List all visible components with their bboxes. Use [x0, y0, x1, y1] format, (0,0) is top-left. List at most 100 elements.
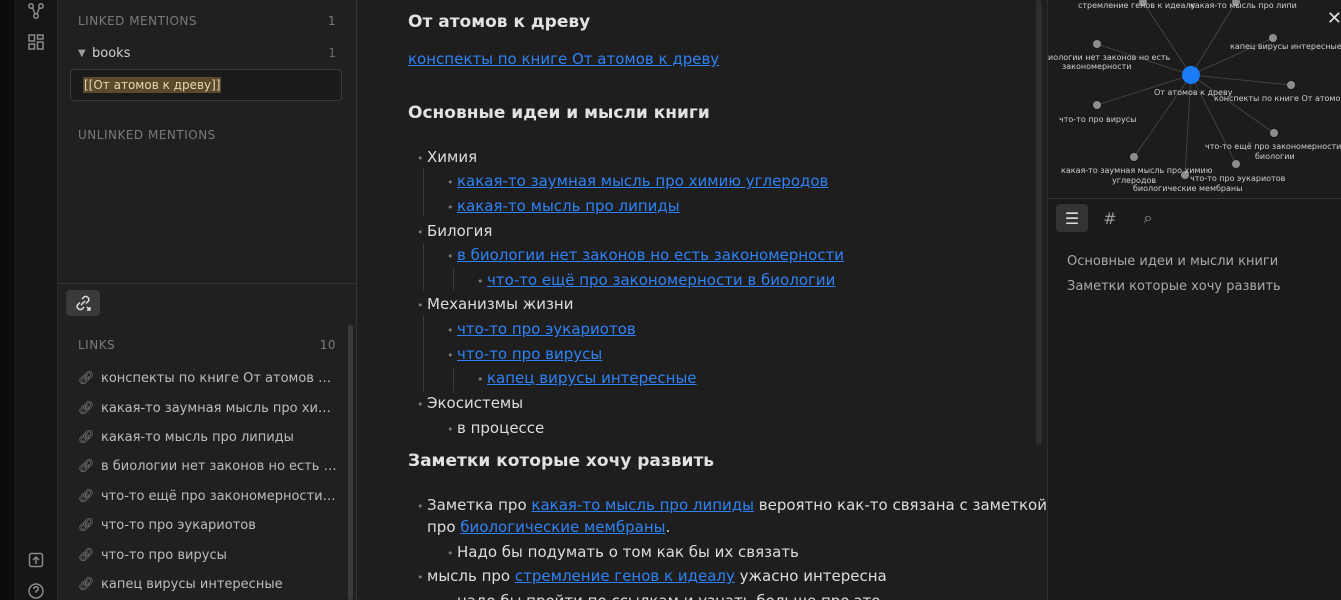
linked-mentions-header[interactable]: LINKED MENTIONS 1 [78, 14, 336, 28]
svg-text:биологии: биологии [1255, 152, 1295, 161]
window-edge [0, 0, 14, 600]
indent-guide [453, 268, 454, 290]
backlinks-pane: LINKED MENTIONS 1 ▼ books 1 [[От атомов … [58, 0, 357, 600]
link-arrow-icon [76, 295, 91, 311]
internal-link[interactable]: что-то про эукариотов [457, 320, 636, 338]
chevron-down-icon[interactable]: ▼ [78, 48, 92, 59]
heading-notes: Заметки которые хочу развить [408, 451, 715, 471]
link-icon: 🔗︎ [78, 371, 95, 387]
link-icon: 🔗︎ [78, 547, 95, 563]
ribbon [0, 0, 58, 600]
graph-view-icon[interactable] [27, 2, 45, 20]
svg-text:биологические мембраны: биологические мембраны [1133, 184, 1242, 193]
dashboard-icon[interactable] [27, 33, 45, 51]
pane-divider [58, 283, 356, 284]
svg-text:какая-то мысль про липи: какая-то мысль про липи [1190, 1, 1297, 10]
internal-link[interactable]: биологические мембраны [460, 518, 665, 536]
svg-text:что-то про вирусы: что-то про вирусы [1059, 115, 1136, 124]
bullet-item: • в биологии нет законов но есть закономе… [447, 246, 844, 264]
outline-item[interactable]: Основные идеи и мысли книги [1067, 252, 1281, 277]
svg-text:иологии нет законов но есть: иологии нет законов но есть [1048, 53, 1171, 62]
link-icon: 🔗︎ [78, 518, 95, 534]
link-item[interactable]: 🔗︎ какая-то мысль про липиды [78, 423, 338, 452]
linked-mentions-count: 1 [327, 14, 336, 28]
heading-main-ideas: Основные идеи и мысли книги [408, 103, 710, 123]
tags-tab-icon[interactable]: # [1094, 204, 1126, 232]
bullet-item: •надо бы пройти по ссылкам и узнать боль… [447, 591, 880, 600]
bullet-item: • что-то ещё про закономерности в биологи… [477, 271, 836, 289]
bullet-item: • мысль про стремление генов к идеалу ужа… [417, 567, 887, 585]
indent-guide [453, 367, 454, 391]
bullet-item: • что-то про эукариотов [447, 320, 636, 338]
unlinked-mentions-header[interactable]: UNLINKED MENTIONS [78, 128, 336, 142]
help-icon[interactable] [27, 582, 45, 600]
mention-group-books[interactable]: ▼ books 1 [78, 44, 336, 62]
bullet-item: • какая-то мысль про липиды [447, 197, 680, 215]
note-title: От атомов к древу [408, 12, 591, 32]
indent-guide [423, 168, 424, 216]
graph-canvas[interactable]: стремление генов к идеалу какая-то мысль… [1048, 0, 1341, 198]
outline-item[interactable]: Заметки которые хочу развить [1067, 277, 1281, 302]
internal-link[interactable]: в биологии нет законов но есть закономер… [457, 246, 844, 264]
links-label: LINKS [78, 338, 116, 352]
svg-text:конспекты по книге От атомов к: конспекты по книге От атомов к [1214, 94, 1341, 103]
editor-pane: От атомов к древу конспекты по книге От … [357, 0, 1046, 600]
internal-link[interactable]: какая-то мысль про липиды [531, 496, 754, 514]
bullet-item: • Механизмы жизни [417, 295, 574, 313]
outline-list: Основные идеи и мысли книги Заметки кото… [1067, 252, 1281, 302]
links-count: 10 [319, 338, 336, 352]
bullet-item: • Заметка про какая-то мысль про липиды в… [417, 496, 1046, 514]
internal-link[interactable]: стремление генов к идеалу [515, 567, 735, 585]
internal-link[interactable]: что-то ещё про закономерности в биологии [487, 271, 835, 289]
internal-link[interactable]: какая-то мысль про липиды [457, 197, 680, 215]
link-icon: 🔗︎ [78, 429, 95, 445]
link-item[interactable]: 🔗︎ какая-то заумная мысль про хим... [78, 393, 338, 422]
internal-link[interactable]: конспекты по книге От атомов к древу [408, 50, 719, 68]
mention-context[interactable]: [[От атомов к древу]] [70, 69, 342, 101]
outline-tab-icon[interactable]: ☰ [1056, 204, 1088, 232]
link-item[interactable]: 🔗︎ конспекты по книге От атомов к ... [78, 364, 338, 393]
indent-guide [423, 316, 424, 392]
links-header: LINKS 10 [78, 338, 336, 352]
bullet-item: • Билогия [417, 222, 493, 240]
vault-switch-icon[interactable] [27, 551, 45, 569]
internal-link[interactable]: что-то про вирусы [457, 345, 602, 363]
link-icon: 🔗︎ [78, 576, 95, 592]
mention-group-name: books [92, 45, 131, 61]
top-link-line: конспекты по книге От атомов к древу [408, 49, 719, 69]
svg-text:стремление генов к идеалу: стремление генов к идеалу [1078, 1, 1196, 10]
local-graph[interactable]: стремление генов к идеалу какая-то мысль… [1048, 0, 1341, 199]
svg-text:закономерности: закономерности [1062, 62, 1131, 71]
link-item[interactable]: 🔗︎ капец вирусы интересные [78, 570, 338, 599]
mention-highlight: [[От атомов к древу]] [83, 77, 222, 93]
close-icon[interactable]: ✕ [1327, 8, 1341, 29]
link-item[interactable]: 🔗︎ что-то про вирусы [78, 540, 338, 569]
link-item[interactable]: 🔗︎ что-то про эукариотов [78, 511, 338, 540]
link-icon: 🔗︎ [78, 459, 95, 475]
sidebar-tabs: ☰ # ⌕ [1056, 204, 1164, 232]
internal-link[interactable]: какая-то заумная мысль про химию углерод… [457, 172, 828, 190]
bullet-item: • Химия [417, 148, 478, 166]
internal-link[interactable]: капец вирусы интересные [487, 369, 697, 387]
scrollbar[interactable] [1036, 0, 1042, 445]
bullet-item: • Экосистемы [417, 394, 524, 412]
linked-mentions-label: LINKED MENTIONS [78, 14, 198, 28]
bullet-item: • капец вирусы интересные [477, 369, 697, 387]
scrollbar[interactable] [348, 325, 353, 600]
bullet-item: • какая-то заумная мысль про химию углеро… [447, 172, 829, 190]
bullet-item: • в процессе [447, 419, 545, 437]
link-item[interactable]: 🔗︎ что-то ещё про закономерности ... [78, 482, 338, 511]
bullet-item: • Надо бы подумать о том как бы их связат… [447, 543, 799, 561]
search-icon[interactable]: ⌕ [1132, 204, 1164, 232]
link-item[interactable]: 🔗︎ в биологии нет законов но есть з... [78, 452, 338, 481]
bullet-continuation: про биологические мембраны. [427, 518, 671, 536]
mention-group-count: 1 [328, 46, 336, 60]
unlinked-mentions-label: UNLINKED MENTIONS [78, 128, 216, 142]
link-icon: 🔗︎ [78, 400, 95, 416]
indent-guide [423, 243, 424, 291]
outgoing-links-button[interactable] [66, 290, 100, 316]
link-icon: 🔗︎ [78, 488, 95, 504]
bullet-item: • что-то про вирусы [447, 345, 603, 363]
svg-text:что-то про эукариотов: что-то про эукариотов [1190, 174, 1286, 183]
svg-text:что-то ещё про закономерности: что-то ещё про закономерности в [1205, 142, 1341, 151]
